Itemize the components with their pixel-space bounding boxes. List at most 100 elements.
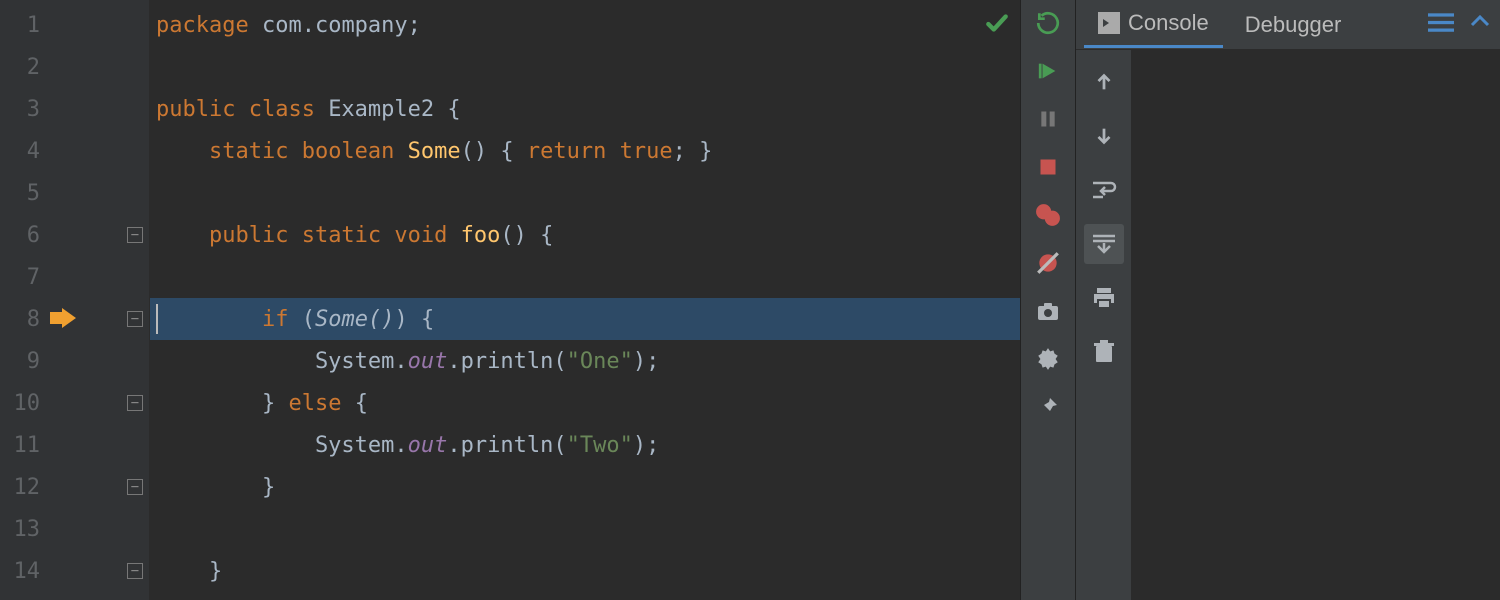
clear-button[interactable] xyxy=(1084,332,1124,372)
stop-button[interactable] xyxy=(1033,152,1063,182)
pin-button[interactable] xyxy=(1033,392,1063,422)
print-button[interactable] xyxy=(1084,278,1124,318)
gutter-row[interactable]: 10 xyxy=(0,382,149,424)
token-pun: } xyxy=(262,475,275,500)
token-out: out xyxy=(408,349,448,374)
token-dim xyxy=(156,223,209,248)
gutter-row[interactable]: 9 xyxy=(0,340,149,382)
resume-button[interactable] xyxy=(1033,56,1063,86)
gutter-row[interactable]: 4 xyxy=(0,130,149,172)
fold-toggle-icon[interactable] xyxy=(127,395,143,411)
tab-console[interactable]: Console xyxy=(1084,2,1223,48)
line-number: 8 xyxy=(12,307,40,332)
gutter-row[interactable]: 11 xyxy=(0,424,149,466)
line-number: 7 xyxy=(12,265,40,290)
code-area[interactable]: package com.company; public class Example… xyxy=(150,0,1020,600)
token-kw: else xyxy=(288,391,354,416)
token-fn: Some xyxy=(408,139,461,164)
gutter-row[interactable]: 5 xyxy=(0,172,149,214)
line-number: 4 xyxy=(12,139,40,164)
code-line[interactable]: System.out.println("One"); xyxy=(150,340,1020,382)
token-kw: public static void xyxy=(209,223,461,248)
token-pun: ( xyxy=(302,307,315,332)
token-dim: com.company xyxy=(262,13,408,38)
code-line[interactable]: static boolean Some() { return true; } xyxy=(150,130,1020,172)
code-line[interactable] xyxy=(150,256,1020,298)
wrap-button[interactable] xyxy=(1084,170,1124,210)
line-number: 9 xyxy=(12,349,40,374)
gutter-row[interactable]: 8 xyxy=(0,298,149,340)
restore-button[interactable] xyxy=(1468,11,1492,39)
token-pun: { xyxy=(447,97,460,122)
code-line[interactable]: } else { xyxy=(150,382,1020,424)
token-dim xyxy=(156,391,262,416)
line-number: 3 xyxy=(12,97,40,122)
fold-toggle-icon[interactable] xyxy=(127,479,143,495)
gutter-row[interactable]: 6 xyxy=(0,214,149,256)
panel-body xyxy=(1076,50,1500,600)
code-line[interactable]: System.out.println("Two"); xyxy=(150,424,1020,466)
code-line[interactable] xyxy=(150,46,1020,88)
pause-button[interactable] xyxy=(1033,104,1063,134)
gutter-row[interactable]: 7 xyxy=(0,256,149,298)
view-breakpoints-button[interactable] xyxy=(1033,200,1063,230)
token-fn: foo xyxy=(461,223,501,248)
token-kw: if xyxy=(262,307,302,332)
token-dim xyxy=(156,139,209,164)
down-button[interactable] xyxy=(1084,116,1124,156)
camera-button[interactable] xyxy=(1033,296,1063,326)
console-output[interactable] xyxy=(1132,50,1500,600)
token-pun: ; } xyxy=(673,139,713,164)
mute-breakpoints-button[interactable] xyxy=(1033,248,1063,278)
inspection-ok-icon[interactable] xyxy=(984,10,1010,43)
editor[interactable]: 1234567891011121314 package com.company;… xyxy=(0,0,1020,600)
fold-toggle-icon[interactable] xyxy=(127,227,143,243)
line-number: 5 xyxy=(12,181,40,206)
gutter-row[interactable]: 13 xyxy=(0,508,149,550)
line-number: 12 xyxy=(12,475,40,500)
scroll-to-end-button[interactable] xyxy=(1084,224,1124,264)
gutter-row[interactable]: 1 xyxy=(0,4,149,46)
token-dim: .println( xyxy=(447,433,566,458)
terminal-icon xyxy=(1098,12,1120,34)
code-line[interactable]: public static void foo() { xyxy=(150,214,1020,256)
token-out: out xyxy=(408,433,448,458)
settings-button[interactable] xyxy=(1033,344,1063,374)
panel-tab-bar: Console Debugger xyxy=(1076,0,1500,50)
tab-debugger[interactable]: Debugger xyxy=(1231,2,1356,48)
fold-toggle-icon[interactable] xyxy=(127,311,143,327)
code-line[interactable]: if (Some()) { xyxy=(150,298,1020,340)
token-kw: return true xyxy=(527,139,673,164)
code-line[interactable] xyxy=(150,508,1020,550)
gutter-row[interactable]: 3 xyxy=(0,88,149,130)
token-str: "Two" xyxy=(567,433,633,458)
line-number: 14 xyxy=(12,559,40,584)
code-line[interactable]: } xyxy=(150,550,1020,592)
token-pun: ) { xyxy=(394,307,434,332)
tab-label: Debugger xyxy=(1245,12,1342,38)
gutter-row[interactable]: 2 xyxy=(0,46,149,88)
layout-icon xyxy=(1428,11,1454,33)
token-dim: .println( xyxy=(447,349,566,374)
fold-toggle-icon[interactable] xyxy=(127,563,143,579)
token-call-it: Some() xyxy=(315,307,394,332)
layout-button[interactable] xyxy=(1428,11,1454,39)
token-pun: } xyxy=(262,391,289,416)
line-number: 11 xyxy=(12,433,40,458)
code-line[interactable]: package com.company; xyxy=(150,4,1020,46)
panel-vertical-toolbar xyxy=(1076,50,1132,600)
editor-gutter[interactable]: 1234567891011121314 xyxy=(0,0,150,600)
gutter-row[interactable]: 14 xyxy=(0,550,149,592)
line-number: 6 xyxy=(12,223,40,248)
rerun-button[interactable] xyxy=(1033,8,1063,38)
up-button[interactable] xyxy=(1084,62,1124,102)
token-pun: } xyxy=(209,559,222,584)
line-number: 2 xyxy=(12,55,40,80)
line-number: 10 xyxy=(12,391,40,416)
gutter-row[interactable]: 12 xyxy=(0,466,149,508)
token-pun: { xyxy=(355,391,368,416)
code-line[interactable]: public class Example2 { xyxy=(150,88,1020,130)
code-line[interactable] xyxy=(150,172,1020,214)
code-line[interactable]: } xyxy=(150,466,1020,508)
token-kw: public class xyxy=(156,97,328,122)
